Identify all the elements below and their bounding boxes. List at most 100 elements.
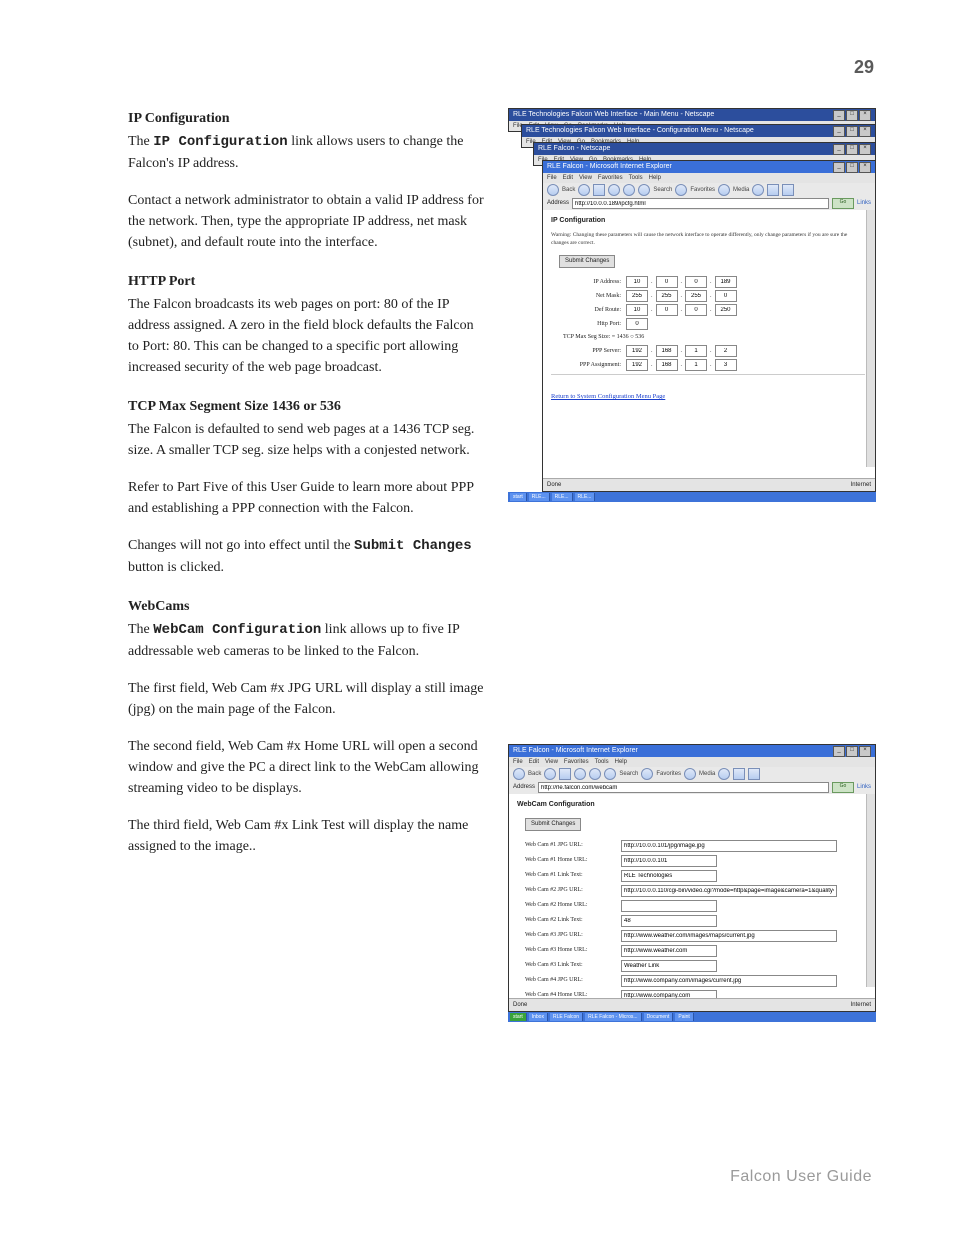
task-item[interactable]: RLE Falcon - Micros... xyxy=(585,1013,641,1021)
maximize-icon[interactable]: □ xyxy=(846,126,858,137)
taskbar-fragment: start RLE... RLE... RLE... xyxy=(508,492,876,502)
back-icon[interactable] xyxy=(513,768,525,780)
ip-octet-3[interactable] xyxy=(685,276,707,288)
route-octet-1[interactable] xyxy=(626,304,648,316)
webcam-input[interactable] xyxy=(621,900,717,912)
search-label: Search xyxy=(619,770,638,779)
forward-icon[interactable] xyxy=(578,184,590,196)
minimize-icon[interactable]: _ xyxy=(833,126,845,137)
webcam-input[interactable] xyxy=(621,840,837,852)
task-item[interactable]: start xyxy=(510,493,527,501)
pppassign-octet-4[interactable] xyxy=(715,359,737,371)
warning-text: Warning: Changing these parameters will … xyxy=(551,231,865,248)
webcam-input[interactable] xyxy=(621,915,717,927)
route-octet-4[interactable] xyxy=(715,304,737,316)
route-octet-3[interactable] xyxy=(685,304,707,316)
webcam-input[interactable] xyxy=(621,930,837,942)
refresh-icon[interactable] xyxy=(608,184,620,196)
submit-changes-button[interactable]: Submit Changes xyxy=(525,818,581,831)
refresh-icon[interactable] xyxy=(574,768,586,780)
media-icon[interactable] xyxy=(684,768,696,780)
minimize-icon[interactable]: _ xyxy=(833,144,845,155)
paragraph: Refer to Part Five of this User Guide to… xyxy=(128,477,488,519)
webcam-input[interactable] xyxy=(621,975,837,987)
webcam-input[interactable] xyxy=(621,870,717,882)
ip-octet-4[interactable] xyxy=(715,276,737,288)
stop-icon[interactable] xyxy=(559,768,571,780)
maximize-icon[interactable]: □ xyxy=(846,144,858,155)
webcam-input[interactable] xyxy=(621,855,717,867)
maximize-icon[interactable]: □ xyxy=(846,110,858,121)
stop-icon[interactable] xyxy=(593,184,605,196)
favorites-icon[interactable] xyxy=(641,768,653,780)
search-icon[interactable] xyxy=(604,768,616,780)
menubar[interactable]: FileEditViewFavoritesToolsHelp xyxy=(543,173,875,183)
links-button[interactable]: Links xyxy=(857,783,871,792)
back-icon[interactable] xyxy=(547,184,559,196)
task-item[interactable]: RLE... xyxy=(575,493,596,501)
home-icon[interactable] xyxy=(623,184,635,196)
return-link[interactable]: Return to System Configuration Menu Page xyxy=(551,392,665,402)
mask-octet-3[interactable] xyxy=(685,290,707,302)
ip-octet-1[interactable] xyxy=(626,276,648,288)
menubar[interactable]: FileEditViewFavoritesToolsHelp xyxy=(509,757,875,767)
mail-icon[interactable] xyxy=(767,184,779,196)
close-icon[interactable]: × xyxy=(859,162,871,173)
pppassign-octet-1[interactable] xyxy=(626,359,648,371)
pppserver-octet-4[interactable] xyxy=(715,345,737,357)
forward-icon[interactable] xyxy=(544,768,556,780)
toolbar[interactable]: Back Search Favorites Media xyxy=(509,767,875,781)
mail-icon[interactable] xyxy=(733,768,745,780)
close-icon[interactable]: × xyxy=(859,126,871,137)
window-ie-webcam: RLE Falcon - Microsoft Internet Explorer… xyxy=(508,744,876,1012)
print-icon[interactable] xyxy=(748,768,760,780)
task-item[interactable]: RLE Falcon xyxy=(550,1013,583,1021)
scrollbar[interactable] xyxy=(866,794,875,987)
task-item[interactable]: RLE... xyxy=(552,493,573,501)
maximize-icon[interactable]: □ xyxy=(846,162,858,173)
print-icon[interactable] xyxy=(782,184,794,196)
minimize-icon[interactable]: _ xyxy=(833,746,845,757)
task-item[interactable]: RLE... xyxy=(529,493,550,501)
minimize-icon[interactable]: _ xyxy=(833,110,845,121)
route-octet-2[interactable] xyxy=(656,304,678,316)
task-item[interactable]: Paint xyxy=(675,1013,693,1021)
address-input[interactable] xyxy=(538,782,829,793)
favorites-icon[interactable] xyxy=(675,184,687,196)
media-icon[interactable] xyxy=(718,184,730,196)
search-icon[interactable] xyxy=(638,184,650,196)
http-port-input[interactable] xyxy=(626,318,648,330)
go-button[interactable]: Go xyxy=(832,782,854,793)
address-label: Address xyxy=(513,783,535,792)
home-icon[interactable] xyxy=(589,768,601,780)
window-title: RLE Falcon - Netscape xyxy=(538,143,610,155)
links-button[interactable]: Links xyxy=(857,199,871,208)
go-button[interactable]: Go xyxy=(832,198,854,209)
webcam-input[interactable] xyxy=(621,960,717,972)
task-item[interactable]: Inbox xyxy=(529,1013,548,1021)
close-icon[interactable]: × xyxy=(859,144,871,155)
pppserver-octet-1[interactable] xyxy=(626,345,648,357)
mask-octet-4[interactable] xyxy=(715,290,737,302)
close-icon[interactable]: × xyxy=(859,746,871,757)
ip-octet-2[interactable] xyxy=(656,276,678,288)
toolbar[interactable]: Back Search Favorites Media xyxy=(543,183,875,197)
start-button[interactable]: start xyxy=(510,1013,527,1021)
history-icon[interactable] xyxy=(718,768,730,780)
pppassign-octet-2[interactable] xyxy=(656,359,678,371)
mask-octet-1[interactable] xyxy=(626,290,648,302)
mask-octet-2[interactable] xyxy=(656,290,678,302)
minimize-icon[interactable]: _ xyxy=(833,162,845,173)
webcam-input[interactable] xyxy=(621,885,837,897)
pppserver-octet-3[interactable] xyxy=(685,345,707,357)
address-input[interactable] xyxy=(572,198,829,209)
task-item[interactable]: Document xyxy=(644,1013,674,1021)
webcam-input[interactable] xyxy=(621,945,717,957)
pppserver-octet-2[interactable] xyxy=(656,345,678,357)
pppassign-octet-3[interactable] xyxy=(685,359,707,371)
history-icon[interactable] xyxy=(752,184,764,196)
scrollbar[interactable] xyxy=(866,210,875,467)
close-icon[interactable]: × xyxy=(859,110,871,121)
submit-changes-button[interactable]: Submit Changes xyxy=(559,255,615,268)
maximize-icon[interactable]: □ xyxy=(846,746,858,757)
